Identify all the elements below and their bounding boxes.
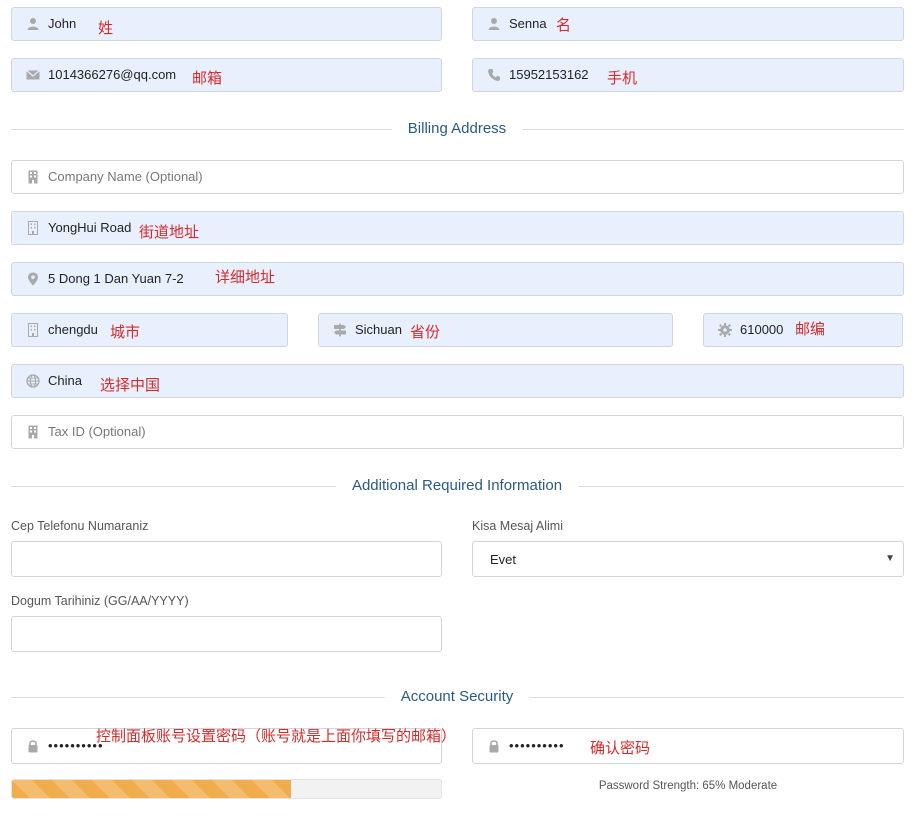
birth-date-input[interactable] xyxy=(11,616,442,652)
country-value: China xyxy=(48,373,82,388)
state-field[interactable]: Sichuan xyxy=(318,313,673,347)
company-name-placeholder: Company Name (Optional) xyxy=(48,169,203,184)
building-icon xyxy=(26,170,40,184)
password-strength-text: Password Strength: 65% Moderate xyxy=(598,780,778,792)
first-name-field[interactable]: John xyxy=(11,7,442,41)
address-line2-field[interactable]: 5 Dong 1 Dan Yuan 7-2 xyxy=(11,262,904,296)
globe-icon xyxy=(26,374,40,388)
last-name-field[interactable]: Senna xyxy=(472,7,904,41)
email-field[interactable]: 1014366276@qq.com xyxy=(11,58,442,92)
street-address-note: 街道地址 xyxy=(139,223,200,241)
password-strength-fill xyxy=(12,780,291,798)
building-icon xyxy=(26,221,40,235)
email-value: 1014366276@qq.com xyxy=(48,67,177,82)
cog-icon xyxy=(718,323,732,337)
chevron-down-icon: ▼ xyxy=(885,553,895,564)
phone-value: 15952153162 xyxy=(509,67,589,82)
phone-note: 手机 xyxy=(607,69,638,87)
sms-label: Kisa Mesaj Alimi xyxy=(472,519,563,533)
street-address-value: YongHui Road xyxy=(48,220,132,235)
first-name-note: 姓 xyxy=(98,19,114,37)
mobile-phone-input[interactable] xyxy=(11,541,442,577)
address-line2-value: 5 Dong 1 Dan Yuan 7-2 xyxy=(48,271,184,286)
birth-date-label: Dogum Tarihiniz (GG/AA/YYYY) xyxy=(11,594,189,608)
confirm-password-value: •••••••••• xyxy=(509,738,565,753)
lock-icon xyxy=(487,739,501,753)
password-note: 控制面板账号设置密码（账号就是上面你填写的邮箱） xyxy=(96,727,457,745)
password-strength-bar xyxy=(11,779,442,799)
postcode-value: 610000 xyxy=(740,322,784,337)
envelope-icon xyxy=(26,68,40,82)
signpost-icon xyxy=(333,323,347,337)
tax-id-placeholder: Tax ID (Optional) xyxy=(48,424,146,439)
email-note: 邮箱 xyxy=(192,69,223,87)
city-note: 城市 xyxy=(110,323,141,341)
tax-id-field[interactable]: Tax ID (Optional) xyxy=(11,415,904,449)
last-name-note: 名 xyxy=(556,16,572,34)
state-note: 省份 xyxy=(410,323,441,341)
account-security-title: Account Security xyxy=(0,688,914,705)
sms-selected-value: Evet xyxy=(490,552,517,567)
company-name-field[interactable]: Company Name (Optional) xyxy=(11,160,904,194)
postcode-note: 邮编 xyxy=(795,320,826,338)
lock-icon xyxy=(26,739,40,753)
confirm-password-field[interactable]: •••••••••• xyxy=(472,728,904,764)
mobile-phone-label: Cep Telefonu Numaraniz xyxy=(11,519,149,533)
phone-icon xyxy=(487,68,501,82)
confirm-password-note: 确认密码 xyxy=(590,739,651,757)
first-name-value: John xyxy=(48,16,77,31)
city-field[interactable]: chengdu xyxy=(11,313,288,347)
phone-field[interactable]: 15952153162 xyxy=(472,58,904,92)
building-icon xyxy=(26,323,40,337)
billing-address-title: Billing Address xyxy=(0,120,914,137)
map-marker-icon xyxy=(26,272,40,286)
user-icon xyxy=(487,17,501,31)
sms-select[interactable]: Evet ▼ xyxy=(472,541,904,577)
city-value: chengdu xyxy=(48,322,98,337)
building-icon xyxy=(26,425,40,439)
country-note: 选择中国 xyxy=(100,376,161,394)
last-name-value: Senna xyxy=(509,16,547,31)
additional-info-title: Additional Required Information xyxy=(0,477,914,494)
state-value: Sichuan xyxy=(355,322,402,337)
user-icon xyxy=(26,17,40,31)
address-line2-note: 详细地址 xyxy=(215,268,276,286)
